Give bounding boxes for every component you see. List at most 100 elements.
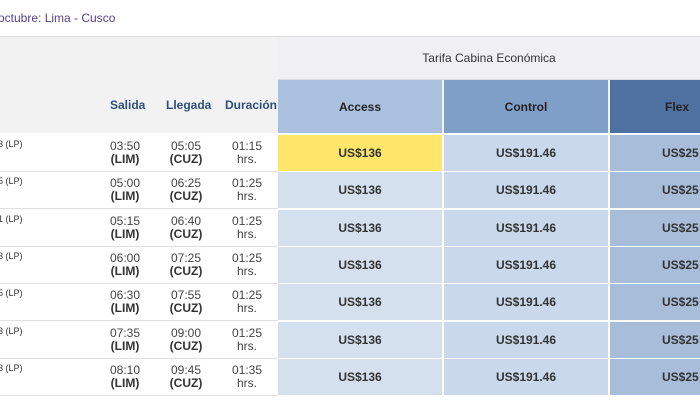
table-row: 3 (LP) 03:50 (LIM) 05:05 (CUZ) 01:15 hrs. US$13… (0, 135, 700, 172)
departure-hour: 06:30 (109, 288, 141, 303)
duration: 01:15 hrs. (222, 140, 272, 166)
departure-airport: (LIM) (110, 301, 140, 316)
duration-value: 01:35 (231, 362, 263, 377)
fare-header-access[interactable]: Access (278, 80, 442, 133)
fare-control-price[interactable]: US$191.46 (444, 246, 608, 283)
departure-airport: (LIM) (110, 375, 140, 390)
table-row: 1 (LP) 05:15 (LIM) 06:40 (CUZ) 01:25 hrs. US$13… (0, 209, 700, 247)
flight-number: 3 (LP) (0, 250, 23, 261)
arrival-airport: (CUZ) (169, 301, 203, 316)
duration-unit: hrs. (236, 226, 257, 241)
flight-number: 1 (LP) (0, 213, 23, 224)
duration-unit: hrs. (236, 375, 257, 390)
flight-number: 3 (LP) (0, 362, 23, 373)
duration-unit: hrs. (236, 152, 257, 166)
fare-flex-price[interactable]: US$25 (610, 172, 700, 209)
departure-time: 05:15 (LIM) (100, 213, 150, 241)
table-row: 5 (LP) 05:00 (LIM) 06:25 (CUZ) 01:25 hrs. US$13… (0, 172, 700, 210)
arrival-time: 06:25 (CUZ) (161, 177, 211, 203)
col-header-salida[interactable]: Salida (110, 98, 145, 112)
departure-hour: 08:10 (109, 362, 141, 377)
arrival-time: 06:40 (CUZ) (161, 214, 211, 241)
duration-value: 01:15 (231, 139, 263, 153)
duration: 01:25 hrs. (222, 289, 272, 315)
departure-hour: 06:00 (109, 250, 141, 265)
duration-unit: hrs. (236, 263, 257, 278)
table-row: 3 (LP) 08:10 (LIM) 09:45 (CUZ) 01:35 hrs. US$13… (0, 358, 700, 396)
fare-flex-price[interactable]: US$25 (610, 135, 700, 171)
fare-access-price[interactable]: US$136 (278, 284, 442, 321)
departure-time: 05:00 (LIM) (100, 177, 150, 203)
fare-header-control[interactable]: Control (444, 80, 608, 133)
departure-hour: 05:15 (109, 213, 141, 228)
arrival-time: 07:25 (CUZ) (161, 250, 211, 278)
fare-header-flex[interactable]: Flex (610, 80, 700, 133)
departure-hour: 07:35 (109, 325, 141, 340)
fare-access-price[interactable]: US$136 (278, 209, 442, 246)
duration: 01:25 hrs. (222, 251, 272, 278)
fare-flex-price[interactable]: US$25 (610, 284, 700, 321)
flight-number: 3 (LP) (0, 325, 23, 336)
duration-value: 01:25 (231, 325, 263, 340)
duration-value: 01:25 (231, 213, 263, 228)
departure-time: 08:10 (LIM) (100, 362, 150, 390)
arrival-time: 09:00 (CUZ) (161, 325, 211, 353)
arrival-hour: 09:00 (170, 325, 202, 340)
duration: 01:35 hrs. (222, 362, 272, 390)
arrival-time: 05:05 (CUZ) (161, 140, 211, 166)
fare-control-price[interactable]: US$191.46 (444, 172, 608, 209)
fare-control-price[interactable]: US$191.46 (444, 135, 608, 171)
fare-flex-price[interactable]: US$25 (610, 358, 700, 395)
fare-control-price[interactable]: US$191.46 (444, 358, 608, 395)
fare-flex-price[interactable]: US$25 (610, 246, 700, 283)
col-header-llegada[interactable]: Llegada (166, 98, 211, 112)
arrival-hour: 07:25 (170, 250, 202, 265)
departure-airport: (LIM) (110, 338, 140, 353)
duration-unit: hrs. (236, 338, 257, 353)
fare-access-price[interactable]: US$136 (278, 246, 442, 283)
arrival-time: 07:55 (CUZ) (161, 289, 211, 315)
arrival-hour: 07:55 (170, 288, 202, 303)
fare-control-price[interactable]: US$191.46 (444, 284, 608, 321)
fare-flex-price[interactable]: US$25 (610, 209, 700, 246)
fare-control-price[interactable]: US$191.46 (444, 209, 608, 246)
flight-number: 5 (LP) (0, 176, 23, 187)
flight-number: 5 (LP) (0, 288, 23, 299)
duration-value: 01:25 (231, 288, 263, 303)
departure-time: 06:30 (LIM) (100, 289, 150, 315)
departure-airport: (LIM) (110, 263, 140, 278)
arrival-airport: (CUZ) (169, 263, 203, 278)
duration-unit: hrs. (236, 301, 257, 316)
route-title: octubre: Lima - Cusco (0, 11, 116, 25)
table-row: 5 (LP) 06:30 (LIM) 07:55 (CUZ) 01:25 hrs. US$13… (0, 284, 700, 322)
fare-access-price[interactable]: US$136 (278, 135, 442, 171)
fare-control-price[interactable]: US$191.46 (444, 321, 608, 358)
departure-time: 03:50 (LIM) (100, 140, 150, 166)
duration: 01:25 hrs. (222, 213, 272, 241)
arrival-airport: (CUZ) (169, 152, 203, 166)
duration: 01:25 hrs. (222, 177, 272, 203)
fare-flex-price[interactable]: US$25 (610, 321, 700, 358)
fare-access-price[interactable]: US$136 (278, 172, 442, 209)
departure-airport: (LIM) (110, 226, 140, 241)
departure-time: 07:35 (LIM) (100, 325, 150, 353)
fare-access-price[interactable]: US$136 (278, 358, 442, 395)
row-divider (0, 394, 278, 396)
departure-airport: (LIM) (110, 189, 140, 204)
duration-unit: hrs. (236, 189, 257, 204)
flight-number: 3 (LP) (0, 139, 23, 149)
fare-access-price[interactable]: US$136 (278, 321, 442, 358)
departure-time: 06:00 (LIM) (100, 250, 150, 278)
departure-hour: 05:00 (109, 176, 141, 191)
duration: 01:25 hrs. (222, 325, 272, 353)
col-header-duracion[interactable]: Duración (225, 98, 277, 112)
arrival-airport: (CUZ) (169, 226, 203, 241)
fare-group-title: Tarifa Cabina Económica (278, 37, 700, 80)
arrival-hour: 06:25 (170, 176, 202, 191)
table-row: 3 (LP) 07:35 (LIM) 09:00 (CUZ) 01:25 hrs. US$13… (0, 321, 700, 359)
arrival-hour: 05:05 (170, 139, 202, 153)
duration-value: 01:25 (231, 176, 263, 191)
arrival-airport: (CUZ) (169, 189, 203, 204)
departure-hour: 03:50 (109, 139, 141, 153)
table-row: 3 (LP) 06:00 (LIM) 07:25 (CUZ) 01:25 hrs. US$13… (0, 246, 700, 284)
